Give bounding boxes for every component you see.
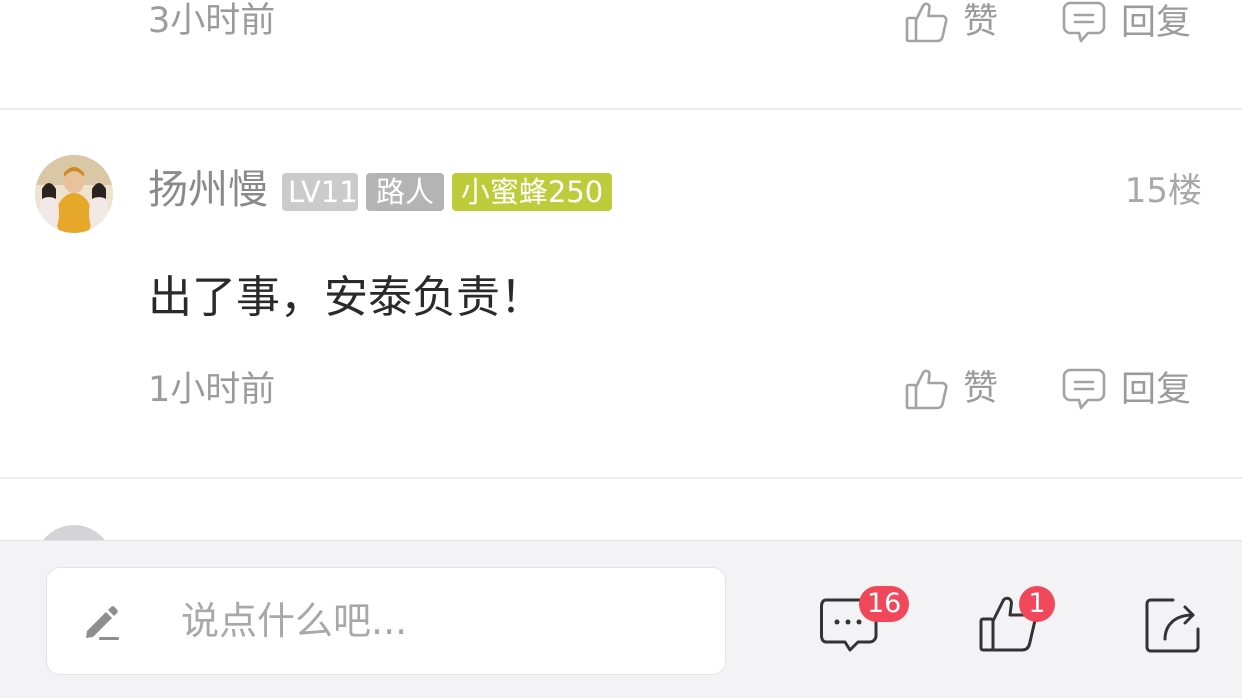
floor-number: 15楼 (1124, 171, 1202, 211)
reply-button[interactable]: 回复 (1061, 367, 1191, 413)
share-button[interactable] (1143, 595, 1203, 659)
avatar[interactable] (35, 155, 113, 233)
comment-input-placeholder: 说点什么吧... (181, 599, 408, 643)
prev-like-button[interactable]: 赞 (905, 0, 998, 44)
like-label: 赞 (963, 368, 999, 409)
comment-count-badge: 16 (859, 586, 910, 622)
like-button[interactable]: 赞 (905, 367, 998, 411)
thumbs-up-icon (905, 0, 949, 44)
prev-comment-time: 3小时前 (148, 1, 276, 41)
prev-reply-label: 回复 (1121, 2, 1192, 43)
reply-icon (1061, 0, 1107, 46)
like-count-badge: 1 (1019, 586, 1055, 622)
fan-badge: 小蜜蜂250 (452, 173, 612, 211)
comment-input[interactable]: 说点什么吧... (46, 567, 726, 675)
prev-reply-button[interactable]: 回复 (1061, 0, 1191, 46)
bottom-bar: 说点什么吧... 16 1 (0, 540, 1242, 698)
comment-divider (0, 108, 1242, 110)
pencil-icon (81, 601, 123, 647)
reply-label: 回复 (1121, 369, 1192, 410)
prev-like-label: 赞 (963, 1, 999, 42)
title-badge: 路人 (366, 173, 444, 211)
comment-content: 出了事，安泰负责！ (148, 272, 544, 323)
comment-time: 1小时前 (148, 370, 276, 410)
username[interactable]: 扬州慢 (148, 170, 268, 210)
level-badge: LV11 (282, 173, 358, 211)
comment-divider (0, 477, 1242, 479)
reply-icon (1061, 367, 1107, 413)
thumbs-up-icon (905, 367, 949, 411)
